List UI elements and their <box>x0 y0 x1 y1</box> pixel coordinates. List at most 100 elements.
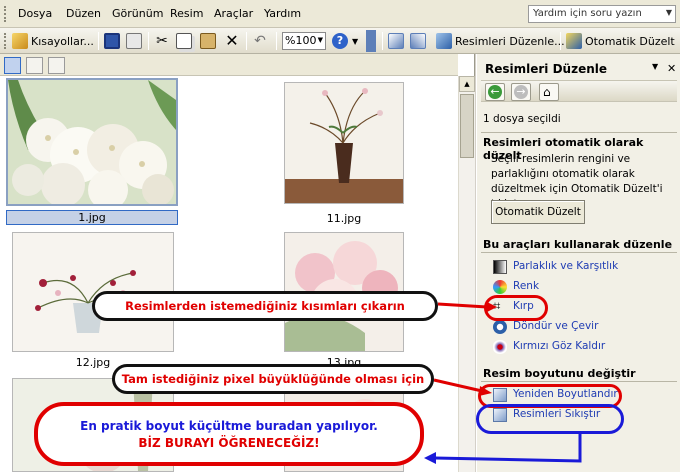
edit-pictures-label: Resimleri Düzenle... <box>455 34 565 48</box>
chevron-down-icon[interactable]: ▼ <box>652 62 658 71</box>
rotate-left-button[interactable] <box>388 32 404 50</box>
paste-button[interactable] <box>200 32 216 50</box>
chevron-down-icon[interactable]: ▼ <box>352 32 358 50</box>
resize-section-title: Resim boyutunu değiştir <box>483 367 636 380</box>
red-eye-icon <box>493 340 507 354</box>
tools-section-title: Bu araçları kullanarak düzenle <box>483 238 673 251</box>
copy-icon <box>126 33 142 49</box>
auto-fix-icon <box>566 33 582 49</box>
menu-araclar[interactable]: Araçlar <box>214 7 253 20</box>
menu-dosya[interactable]: Dosya <box>18 7 52 20</box>
thumbnail-item[interactable]: 1.jpg <box>6 78 178 226</box>
zoom-value: %100 <box>285 34 317 47</box>
forward-icon: → <box>514 85 528 99</box>
brightness-contrast-link[interactable]: Parlaklık ve Karşıtlık <box>513 260 618 272</box>
menu-gorunum[interactable]: Görünüm <box>112 7 163 20</box>
resize-annotation-text: Tam istediğiniz pixel büyüklüğünde olmas… <box>121 372 425 386</box>
toolbar-grip[interactable] <box>4 6 7 22</box>
color-link[interactable]: Renk <box>513 280 539 292</box>
red-eye-link[interactable]: Kırmızı Göz Kaldır <box>513 340 605 352</box>
brightness-contrast-icon <box>493 260 507 274</box>
compress-annotation-line2: BİZ BURAYI ÖĞRENECEĞİZ! <box>138 436 320 450</box>
save-button[interactable] <box>104 32 120 50</box>
edit-pictures-button[interactable]: Resimleri Düzenle... <box>436 32 565 50</box>
menu-yardim[interactable]: Yardım <box>264 7 301 20</box>
thumbnail-caption: 1.jpg <box>6 210 178 225</box>
selection-count: 1 dosya seçildi <box>483 113 561 125</box>
vertical-scrollbar[interactable]: ▲ <box>458 76 475 472</box>
chevron-up-icon[interactable]: ▲ <box>459 76 475 92</box>
compress-annotation-line1: En pratik boyut küçültme buradan yapılıy… <box>80 419 378 433</box>
undo-icon: ↶ <box>254 33 266 49</box>
back-icon: ← <box>488 85 502 99</box>
auto-fix-button[interactable]: Otomatik Düzelt <box>566 32 675 50</box>
rotate-left-icon <box>388 33 404 49</box>
copy-button[interactable] <box>176 32 192 50</box>
toolbar-separator <box>148 32 149 50</box>
zoom-select[interactable]: %100 ▼ <box>282 32 326 50</box>
undo-button[interactable]: ↶ <box>252 32 268 50</box>
toolbar-separator <box>246 32 247 50</box>
pane-navigation: ← → ⌂ <box>481 80 677 102</box>
chevron-down-icon[interactable]: ▼ <box>318 36 323 44</box>
back-button[interactable]: ← <box>485 83 505 101</box>
help-search-input[interactable]: Yardım için soru yazın ▼ <box>528 5 676 23</box>
divider <box>481 132 677 133</box>
view-toolbar <box>0 54 458 76</box>
filmstrip-view-button[interactable] <box>26 57 43 74</box>
delete-button[interactable]: ✕ <box>224 32 240 50</box>
home-button[interactable]: ⌂ <box>539 83 559 101</box>
toolbar-overflow[interactable] <box>366 30 376 52</box>
scrollbar-thumb[interactable] <box>460 94 474 158</box>
thumbnail-image[interactable] <box>6 78 178 206</box>
help-button[interactable]: ? <box>332 32 348 50</box>
divider <box>481 381 677 382</box>
resize-annotation: Tam istediğiniz pixel büyüklüğünde olmas… <box>112 364 434 394</box>
toolbar-separator <box>98 32 99 50</box>
shortcuts-button[interactable]: Kısayollar... <box>12 32 94 50</box>
home-icon: ⌂ <box>543 85 551 99</box>
auto-fix-pane-button[interactable]: Otomatik Düzelt <box>491 200 585 224</box>
toolbar-grip[interactable] <box>4 33 7 49</box>
divider <box>481 252 677 253</box>
rotate-flip-link[interactable]: Döndür ve Çevir <box>513 320 598 332</box>
rotate-flip-icon <box>493 320 507 334</box>
close-icon: ✕ <box>225 31 239 50</box>
toolbar-separator <box>276 32 277 50</box>
menu-resim[interactable]: Resim <box>170 7 203 20</box>
crop-annotation: Resimlerden istemediğiniz kısımları çıka… <box>92 291 438 321</box>
shortcuts-label: Kısayollar... <box>31 34 94 48</box>
pane-title: Resimleri Düzenle <box>485 62 608 76</box>
shortcuts-icon <box>12 33 28 49</box>
help-search-placeholder: Yardım için soru yazın <box>533 8 642 19</box>
crop-annotation-text: Resimlerden istemediğiniz kısımları çıka… <box>125 299 405 313</box>
forward-button[interactable]: → <box>511 83 531 101</box>
copy-to-button[interactable] <box>126 32 142 50</box>
crop-highlight <box>484 295 548 321</box>
menu-bar: Dosya Düzen Görünüm Resim Araçlar Yardım… <box>0 0 680 28</box>
save-icon <box>104 33 120 49</box>
thumbnail-caption: 11.jpg <box>326 212 362 225</box>
toolbar-separator <box>382 32 383 50</box>
color-icon <box>493 280 507 294</box>
rotate-right-icon <box>410 33 426 49</box>
menu-duzen[interactable]: Düzen <box>66 7 101 20</box>
scissors-icon: ✂ <box>156 33 168 49</box>
rotate-right-button[interactable] <box>410 32 426 50</box>
cut-button[interactable]: ✂ <box>154 32 170 50</box>
auto-fix-label: Otomatik Düzelt <box>585 34 675 48</box>
chevron-down-icon[interactable]: ▼ <box>666 8 672 17</box>
thumbnail-image[interactable] <box>284 82 404 204</box>
thumbnail-item[interactable]: 11.jpg <box>284 82 404 230</box>
single-view-button[interactable] <box>48 57 65 74</box>
compress-annotation: En pratik boyut küçültme buradan yapılıy… <box>34 402 424 466</box>
compress-highlight <box>476 404 624 434</box>
thumbnail-view-button[interactable] <box>4 57 21 74</box>
toolbar-separator <box>560 32 561 50</box>
paste-icon <box>200 33 216 49</box>
standard-toolbar: Kısayollar... ✂ ✕ ↶ %100 ▼ ? ▼ Resimleri… <box>0 28 680 54</box>
copy-icon <box>176 33 192 49</box>
close-icon[interactable]: ✕ <box>667 62 676 75</box>
edit-pictures-icon <box>436 33 452 49</box>
help-icon: ? <box>332 33 348 49</box>
